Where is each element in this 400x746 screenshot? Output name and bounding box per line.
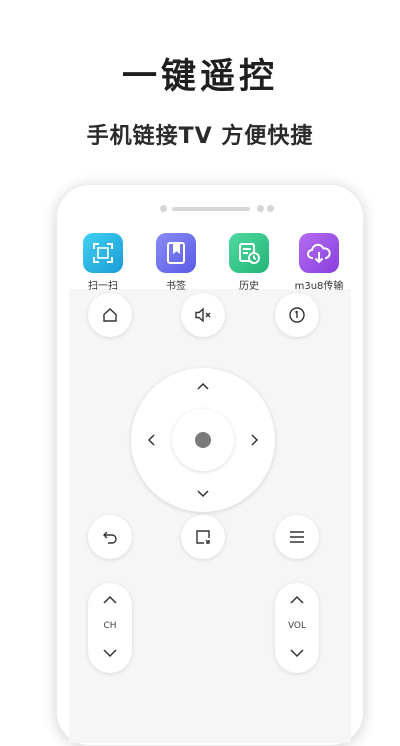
phone-camera-dot bbox=[160, 205, 167, 212]
back-icon bbox=[103, 531, 117, 544]
history-icon bbox=[229, 233, 269, 273]
channel-label: CH bbox=[103, 621, 117, 631]
app-label: 历史 bbox=[239, 281, 259, 292]
chevron-right-icon[interactable] bbox=[251, 434, 259, 446]
volume-down-icon[interactable] bbox=[290, 649, 304, 658]
volume-label: VOL bbox=[287, 621, 307, 631]
phone-speaker bbox=[172, 207, 250, 211]
chevron-down-icon[interactable] bbox=[197, 490, 209, 498]
channel-down-icon[interactable] bbox=[103, 649, 117, 658]
app-bookmark[interactable]: 书签 bbox=[146, 233, 206, 292]
chevron-up-icon[interactable] bbox=[197, 382, 209, 390]
app-scan[interactable]: 扫一扫 bbox=[73, 233, 133, 292]
scan-icon bbox=[83, 233, 123, 273]
headline: 一键遥控 bbox=[121, 57, 278, 97]
phone-sensor-dot bbox=[257, 205, 264, 212]
volume-rocker: VOL bbox=[275, 583, 319, 673]
source-icon bbox=[196, 530, 210, 544]
app-label: 扫一扫 bbox=[88, 281, 118, 292]
power-button[interactable] bbox=[275, 293, 319, 337]
bookmark-icon bbox=[156, 233, 196, 273]
mute-icon bbox=[195, 307, 211, 323]
direction-pad bbox=[131, 368, 275, 512]
menu-icon bbox=[290, 531, 304, 543]
volume-up-icon[interactable] bbox=[290, 595, 304, 604]
app-m3u8[interactable]: m3u8传输 bbox=[289, 233, 349, 292]
app-history[interactable]: 历史 bbox=[219, 233, 279, 292]
ok-dot bbox=[195, 432, 211, 448]
app-label: m3u8传输 bbox=[294, 281, 344, 292]
app-label: 书签 bbox=[166, 281, 186, 292]
ok-button[interactable] bbox=[172, 409, 234, 471]
chevron-left-icon[interactable] bbox=[147, 434, 155, 446]
subline: 手机链接TV 方便快捷 bbox=[86, 124, 314, 149]
phone-sensor-dot-2 bbox=[267, 205, 274, 212]
power-icon bbox=[289, 307, 305, 323]
back-button[interactable] bbox=[88, 515, 132, 559]
mute-button[interactable] bbox=[181, 293, 225, 337]
channel-rocker: CH bbox=[88, 583, 132, 673]
home-icon bbox=[103, 308, 117, 322]
home-button[interactable] bbox=[88, 293, 132, 337]
menu-button[interactable] bbox=[275, 515, 319, 559]
remote-screen: 扫一扫 书签 历史 m3u8传输 CH VOL bbox=[69, 223, 351, 743]
app-shortcuts: 扫一扫 书签 历史 m3u8传输 bbox=[69, 223, 351, 292]
phone-frame: 扫一扫 书签 历史 m3u8传输 CH VOL bbox=[56, 184, 364, 746]
source-button[interactable] bbox=[181, 515, 225, 559]
channel-up-icon[interactable] bbox=[103, 595, 117, 604]
upload-cloud-icon bbox=[299, 233, 339, 273]
